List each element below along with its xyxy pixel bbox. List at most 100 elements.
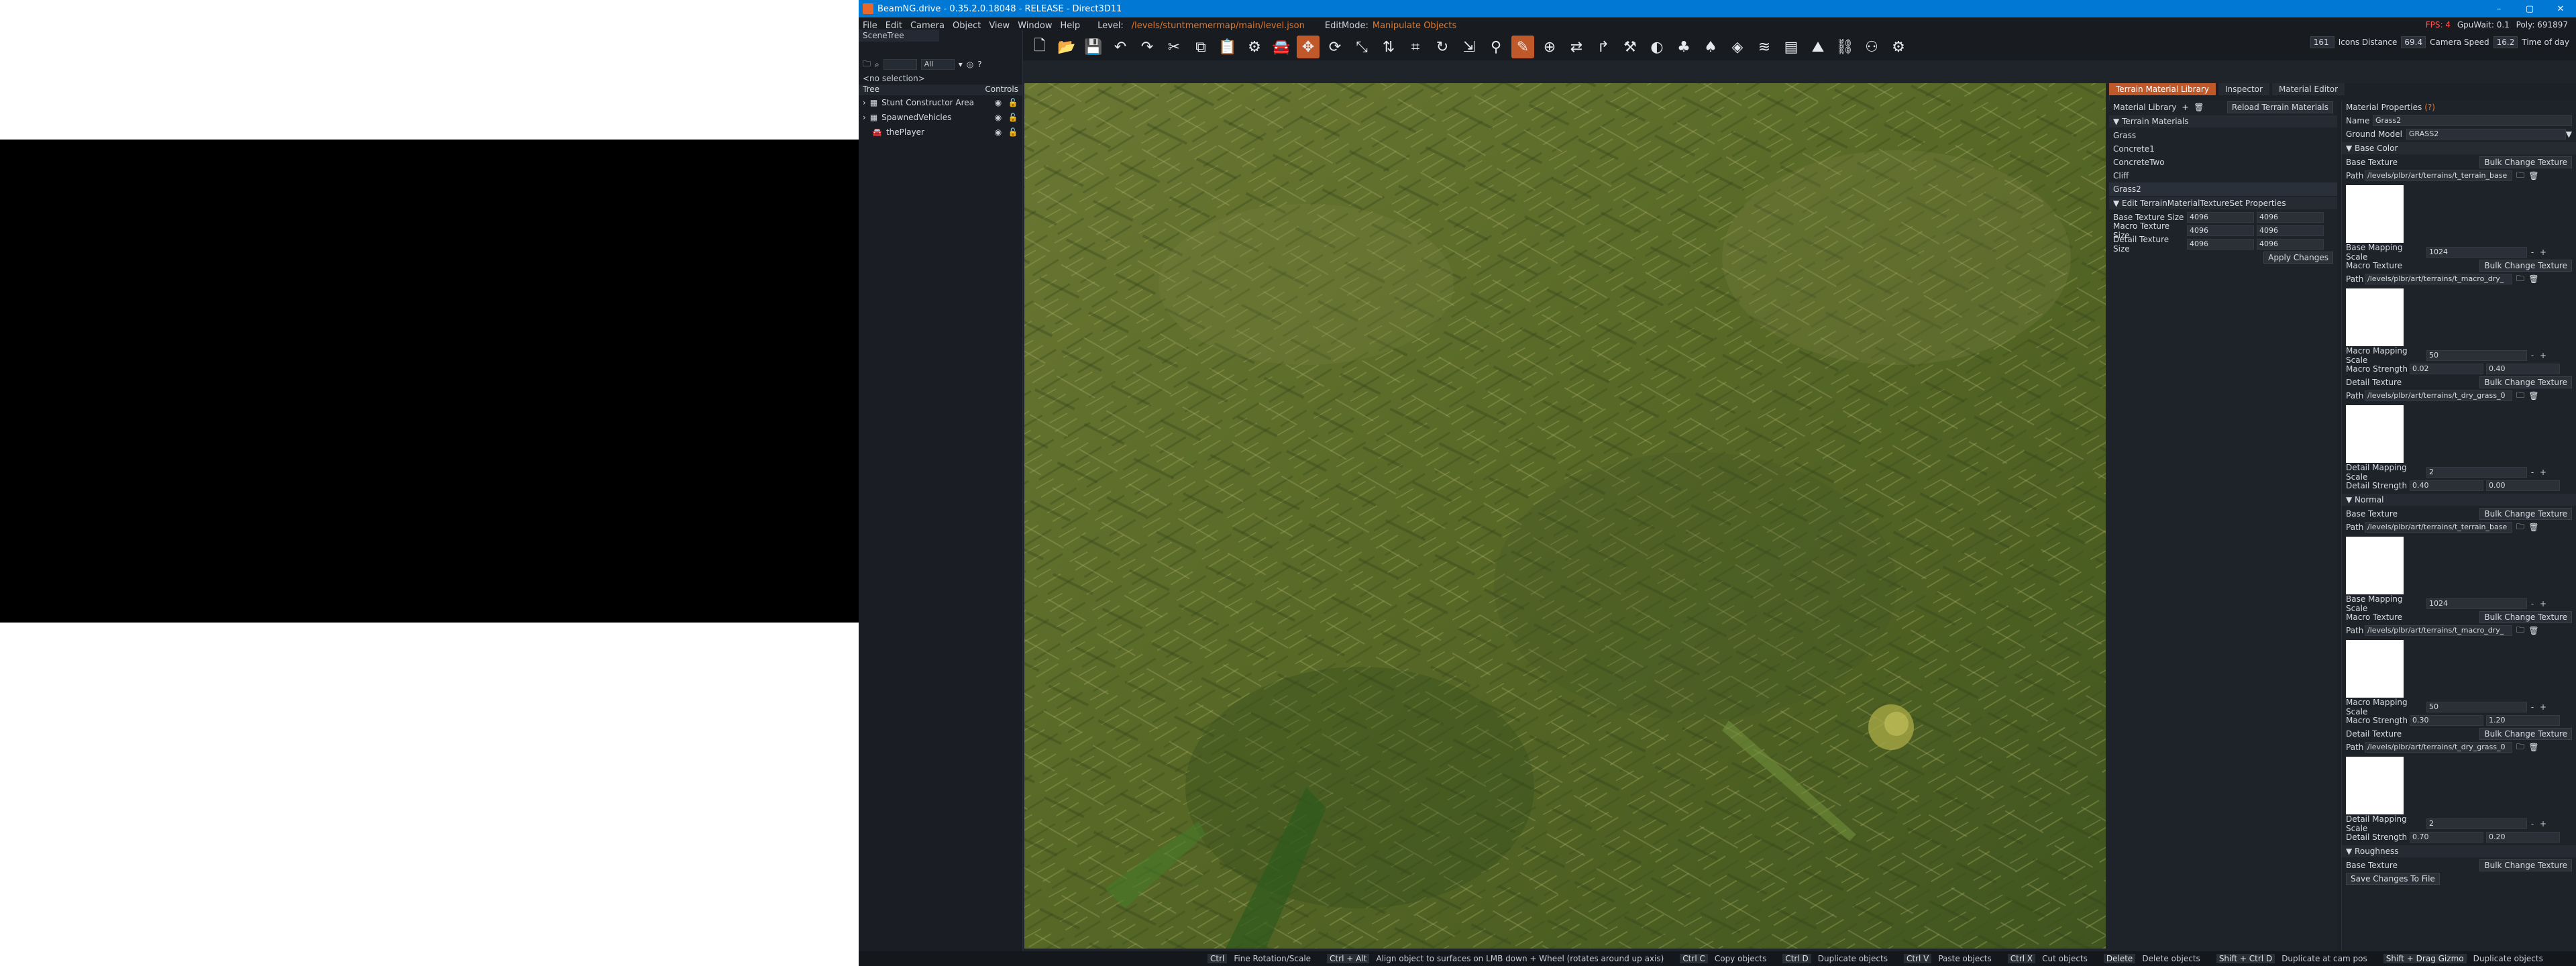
bulk-change-button[interactable]: Bulk Change Texture xyxy=(2479,156,2572,168)
detail-mapping-input[interactable]: 2 xyxy=(2426,818,2527,829)
plus-icon[interactable]: + xyxy=(2538,351,2548,360)
settings-gear-icon[interactable]: ⚙ xyxy=(1243,36,1266,58)
list-item[interactable]: Concrete1 xyxy=(2109,142,2337,156)
help-icon[interactable]: ? xyxy=(977,60,981,69)
mesh-road-icon[interactable]: ≋ xyxy=(1753,36,1776,58)
paste-icon[interactable]: 📋 xyxy=(1216,36,1239,58)
trash-icon[interactable]: 🗑 xyxy=(2528,391,2539,400)
plus-icon[interactable]: + xyxy=(2538,599,2548,608)
move-gizmo-icon[interactable]: ✥ xyxy=(1297,36,1320,58)
maximize-button[interactable]: ▢ xyxy=(2514,0,2545,17)
texture-preview[interactable] xyxy=(2346,640,2404,698)
decal-icon[interactable]: ◈ xyxy=(1726,36,1749,58)
macro-mapping-input[interactable]: 50 xyxy=(2426,702,2527,712)
eye-icon[interactable]: ◉ xyxy=(993,127,1004,137)
bulk-change-button[interactable]: Bulk Change Texture xyxy=(2479,260,2572,272)
lock-icon[interactable]: 🔓 xyxy=(1008,98,1018,107)
tree-row[interactable]: › ▦ Stunt Constructor Area ◉ 🔓 xyxy=(859,95,1022,110)
lock-icon[interactable]: 🔓 xyxy=(1008,113,1018,122)
path-icon[interactable]: ↱ xyxy=(1592,36,1615,58)
trash-icon[interactable]: 🗑 xyxy=(2528,626,2539,635)
scenetree-tab[interactable]: SceneTree xyxy=(859,30,939,42)
apply-changes-button[interactable]: Apply Changes xyxy=(2263,252,2333,264)
minus-icon[interactable]: - xyxy=(2527,819,2538,828)
detail-strength-input[interactable]: 0.70 xyxy=(2410,832,2483,843)
folder-icon[interactable]: 🗀 xyxy=(2515,521,2526,535)
plus-icon[interactable]: + xyxy=(2538,702,2548,712)
folder-icon[interactable]: 🗀 xyxy=(2515,272,2526,286)
cut-icon[interactable]: ✂ xyxy=(1163,36,1185,58)
help-marker[interactable]: (?) xyxy=(2424,103,2435,112)
trash-icon[interactable]: 🗑 xyxy=(2528,523,2539,532)
tab-material-editor[interactable]: Material Editor xyxy=(2271,83,2345,95)
terrain-brush-icon[interactable]: ✎ xyxy=(1511,36,1534,58)
bulk-change-button[interactable]: Bulk Change Texture xyxy=(2479,376,2572,388)
detail-mapping-input[interactable]: 2 xyxy=(2426,467,2527,478)
folder-icon[interactable]: 🗀 xyxy=(863,58,871,72)
camera-speed-field[interactable]: 16.2 xyxy=(2493,36,2518,48)
ai-path-icon[interactable]: ⛰ xyxy=(1807,36,1829,58)
chevron-right-icon[interactable]: › xyxy=(863,98,866,107)
texture-preview[interactable] xyxy=(2346,185,2404,243)
tree-row[interactable]: › ▦ SpawnedVehicles ◉ 🔓 xyxy=(859,110,1022,125)
scenetree-filter-select[interactable]: All xyxy=(920,59,955,70)
texset-section[interactable]: ▼ Edit TerrainMaterialTextureSet Propert… xyxy=(2109,197,2337,209)
texture-preview[interactable] xyxy=(2346,757,2404,814)
vehicle-icon[interactable]: 🚘 xyxy=(1270,36,1293,58)
undo-icon[interactable]: ↶ xyxy=(1109,36,1132,58)
base-mapping-input[interactable]: 1024 xyxy=(2426,598,2527,609)
tab-inspector[interactable]: Inspector xyxy=(2218,83,2269,95)
filter-icon[interactable]: ◎ xyxy=(967,60,973,69)
folder-icon[interactable]: 🗀 xyxy=(2515,169,2526,183)
lock-icon[interactable]: 🔓 xyxy=(1008,127,1018,137)
list-item[interactable]: Grass xyxy=(2109,129,2337,142)
path-input[interactable]: /levels/plbr/art/terrains/t_macro_dry_ xyxy=(2365,625,2512,636)
snap-icon[interactable]: ⇲ xyxy=(1458,36,1481,58)
chevron-right-icon[interactable]: › xyxy=(863,113,866,122)
minus-icon[interactable]: - xyxy=(2527,468,2538,477)
scenetree-search-input[interactable] xyxy=(883,59,917,70)
folder-icon[interactable]: 🗀 xyxy=(2515,741,2526,755)
refresh-icon[interactable]: ↻ xyxy=(1431,36,1454,58)
eye-icon[interactable]: ◉ xyxy=(993,98,1004,107)
path-input[interactable]: /levels/plbr/art/terrains/t_terrain_base xyxy=(2365,522,2512,533)
terrain-materials-section[interactable]: ▼ Terrain Materials xyxy=(2109,115,2337,127)
paint-icon[interactable]: ⚒ xyxy=(1619,36,1642,58)
3d-viewport[interactable] xyxy=(1024,83,2106,949)
macro-strength-input[interactable]: 0.02 xyxy=(2410,364,2483,374)
trash-icon[interactable]: 🗑 xyxy=(2194,103,2204,112)
copy-icon[interactable]: ⧉ xyxy=(1189,36,1212,58)
tab-terrain-material-library[interactable]: Terrain Material Library xyxy=(2109,83,2216,95)
tree-row-label[interactable]: thePlayer xyxy=(886,127,989,137)
chevron-down-icon[interactable]: ▾ xyxy=(959,60,963,69)
path-input[interactable]: /levels/plbr/art/terrains/t_macro_dry_ xyxy=(2365,274,2512,284)
texture-preview[interactable] xyxy=(2346,288,2404,346)
macro-strength-input[interactable]: 0.30 xyxy=(2410,715,2483,726)
minimize-button[interactable]: – xyxy=(2483,0,2514,17)
ground-model-select[interactable]: GRASS2 xyxy=(2406,129,2566,140)
forest-icon[interactable]: ♣ xyxy=(1672,36,1695,58)
pose-icon[interactable]: ⚲ xyxy=(1485,36,1507,58)
node-graph-icon[interactable]: ⚇ xyxy=(1860,36,1883,58)
navmesh-icon[interactable]: ⛓ xyxy=(1833,36,1856,58)
path-input[interactable]: /levels/plbr/art/terrains/t_dry_grass_0 xyxy=(2365,742,2512,753)
plus-icon[interactable]: + xyxy=(2538,248,2548,257)
add-object-icon[interactable]: ⊕ xyxy=(1538,36,1561,58)
bulk-change-button[interactable]: Bulk Change Texture xyxy=(2479,728,2572,740)
folder-icon[interactable]: 🗀 xyxy=(2515,389,2526,403)
sculpt-icon[interactable]: ◐ xyxy=(1646,36,1668,58)
robot-icon[interactable]: ⚙ xyxy=(1887,36,1910,58)
eye-icon[interactable]: ◉ xyxy=(993,113,1004,122)
base-color-section[interactable]: ▼ Base Color xyxy=(2342,142,2576,154)
minus-icon[interactable]: - xyxy=(2527,248,2538,257)
texture-preview[interactable] xyxy=(2346,537,2404,594)
axis-icon[interactable]: ⇅ xyxy=(1377,36,1400,58)
macro-mapping-input[interactable]: 50 xyxy=(2426,350,2527,361)
name-input[interactable]: Grass2 xyxy=(2373,115,2572,126)
list-item-selected[interactable]: Grass2 xyxy=(2109,182,2337,196)
path-input[interactable]: /levels/plbr/art/terrains/t_terrain_base xyxy=(2365,170,2512,181)
close-button[interactable]: ✕ xyxy=(2545,0,2576,17)
texset-height-input[interactable]: 4096 xyxy=(2257,239,2324,250)
editmode-value[interactable]: Manipulate Objects xyxy=(1373,21,1456,31)
menu-help[interactable]: Help xyxy=(1056,21,1084,31)
